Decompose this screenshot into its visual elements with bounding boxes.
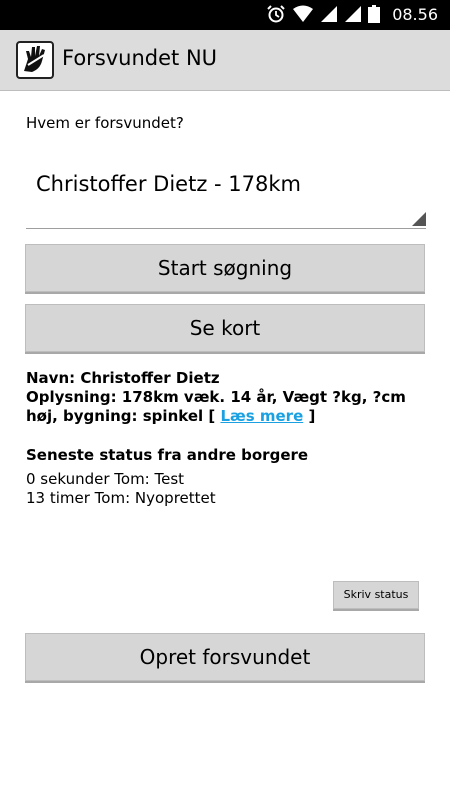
person-spinner[interactable]: Christoffer Dietz - 178km — [26, 160, 426, 229]
spinner-selected-value: Christoffer Dietz - 178km — [36, 172, 301, 196]
signal-icon-2 — [345, 6, 362, 22]
action-bar: Forsvundet NU — [0, 30, 450, 91]
person-info: Navn: Christoffer Dietz Oplysning: 178km… — [26, 369, 426, 426]
read-more-link[interactable]: Læs mere — [220, 407, 303, 425]
status-icons: 08.56 — [266, 4, 438, 24]
start-search-button[interactable]: Start søgning — [25, 244, 425, 292]
status-bar: 08.56 — [0, 0, 450, 30]
alarm-icon — [267, 5, 285, 23]
create-missing-button[interactable]: Opret forsvundet — [25, 633, 425, 681]
wifi-icon — [293, 5, 314, 22]
who-missing-label: Hvem er forsvundet? — [26, 114, 184, 132]
write-status-button[interactable]: Skriv status — [333, 581, 419, 609]
app-title: Forsvundet NU — [62, 46, 218, 70]
status-list: 0 sekunder Tom: Test 13 timer Tom: Nyopr… — [26, 470, 216, 508]
status-entry: 13 timer Tom: Nyoprettet — [26, 489, 216, 507]
person-details-text: Oplysning: 178km væk. 14 år, Vægt ?kg, ?… — [26, 388, 406, 425]
person-name: Navn: Christoffer Dietz — [26, 369, 220, 387]
clock: 08.56 — [392, 4, 438, 24]
person-details: Oplysning: 178km væk. 14 år, Vægt ?kg, ?… — [26, 388, 426, 426]
dropdown-triangle-icon — [412, 212, 426, 226]
signal-icon — [321, 6, 338, 22]
battery-icon — [368, 5, 381, 23]
see-map-button[interactable]: Se kort — [25, 304, 425, 352]
app-logo-icon — [16, 41, 54, 79]
latest-status-title: Seneste status fra andre borgere — [26, 446, 309, 464]
status-entry: 0 sekunder Tom: Test — [26, 470, 185, 488]
close-bracket: ] — [303, 407, 316, 425]
